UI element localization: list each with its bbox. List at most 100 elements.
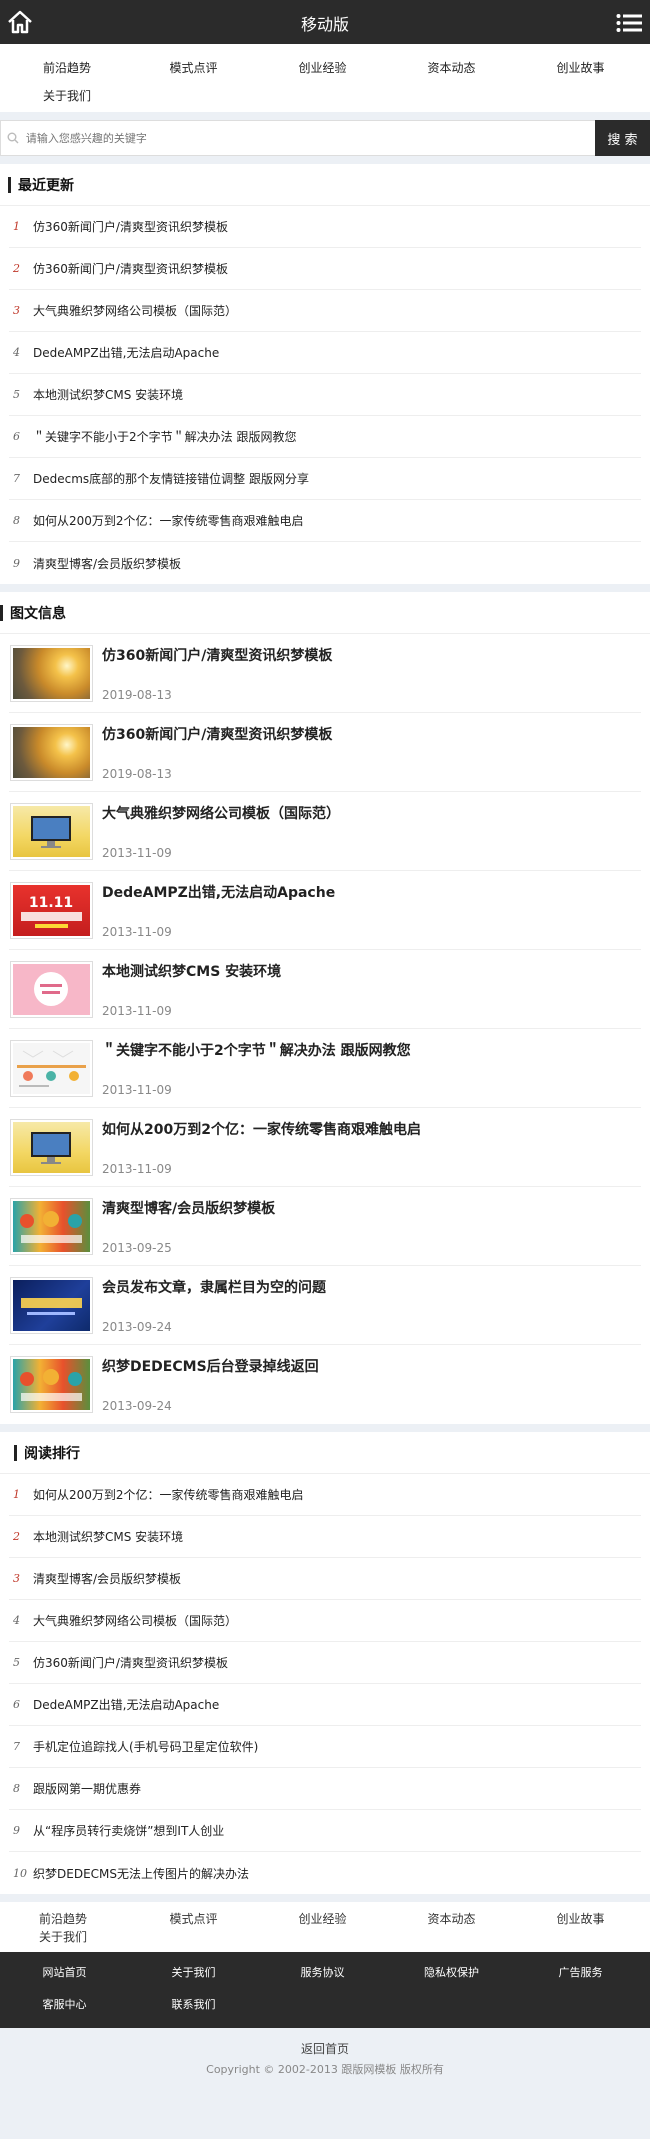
article-link[interactable]: 清爽型博客/会员版织梦模板 (33, 555, 181, 572)
thumbnail-image (13, 1042, 90, 1094)
list-item[interactable]: 10 织梦DEDECMS无法上传图片的解决办法 (9, 1852, 641, 1894)
list-item[interactable]: 8 如何从200万到2个亿：一家传统零售商艰难触电启 (9, 500, 641, 542)
article-title[interactable]: DedeAMPZ出错,无法启动Apache (102, 882, 335, 902)
latest-section: 最近更新 1 仿360新闻门户/清爽型资讯织梦模板 2 仿360新闻门户/清爽型资讯织… (0, 164, 650, 584)
menu-icon[interactable] (616, 13, 642, 33)
nav-item[interactable]: 模式点评 (129, 54, 258, 82)
article-info: 如何从200万到2个亿：一家传统零售商艰难触电启 2013-11-09 (102, 1119, 421, 1176)
article-title[interactable]: 仿360新闻门户/清爽型资讯织梦模板 (102, 724, 332, 744)
list-item[interactable]: 5 本地测试织梦CMS 安装环境 (9, 374, 641, 416)
article-link[interactable]: ＂关键字不能小于2个字节＂解决办法 跟版网教您 (33, 428, 296, 445)
article-link[interactable]: 织梦DEDECMS无法上传图片的解决办法 (33, 1865, 249, 1882)
article-link[interactable]: 本地测试织梦CMS 安装环境 (33, 1528, 183, 1545)
nav-item[interactable]: 资本动态 (387, 54, 516, 82)
nav-item[interactable]: 创业经验 (258, 54, 387, 82)
article-link[interactable]: DedeAMPZ出错,无法启动Apache (33, 344, 219, 361)
article-thumbnail[interactable] (10, 1118, 93, 1176)
list-item[interactable]: 5 仿360新闻门户/清爽型资讯织梦模板 (9, 1642, 641, 1684)
list-item[interactable]: 1 仿360新闻门户/清爽型资讯织梦模板 (9, 206, 641, 248)
back-home-link[interactable]: 返回首页 (0, 2040, 650, 2057)
article-link[interactable]: 仿360新闻门户/清爽型资讯织梦模板 (33, 218, 228, 235)
article-link[interactable]: 清爽型博客/会员版织梦模板 (33, 1570, 181, 1587)
bottom-nav-item[interactable]: 创业经验 (258, 1910, 387, 1928)
footer-link[interactable]: 关于我们 (129, 1958, 258, 1990)
nav-item[interactable]: 前沿趋势 (0, 54, 129, 82)
list-item[interactable]: 8 跟版网第一期优惠券 (9, 1768, 641, 1810)
article-thumbnail[interactable] (10, 644, 93, 702)
article-title[interactable]: 仿360新闻门户/清爽型资讯织梦模板 (102, 645, 332, 665)
thumbnail-image (13, 963, 90, 1015)
article-link[interactable]: 手机定位追踪找人(手机号码卫星定位软件) (33, 1738, 258, 1755)
section-title: 阅读排行 (24, 1445, 80, 1462)
list-item[interactable]: 11.11 DedeAMPZ出错,无法启动Apache 2013-11-09 (9, 871, 641, 950)
article-title[interactable]: 织梦DEDECMS后台登录掉线返回 (102, 1356, 319, 1376)
article-link[interactable]: 仿360新闻门户/清爽型资讯织梦模板 (33, 1654, 228, 1671)
list-item[interactable]: 6 DedeAMPZ出错,无法启动Apache (9, 1684, 641, 1726)
article-thumbnail[interactable] (10, 960, 93, 1018)
bottom-nav-item[interactable]: 模式点评 (129, 1910, 258, 1928)
list-item[interactable]: 本地测试织梦CMS 安装环境 2013-11-09 (9, 950, 641, 1029)
footer-link[interactable]: 广告服务 (516, 1958, 645, 1990)
list-item[interactable]: 4 DedeAMPZ出错,无法启动Apache (9, 332, 641, 374)
article-title[interactable]: 大气典雅织梦网络公司模板（国际范） (102, 803, 340, 823)
article-link[interactable]: 如何从200万到2个亿：一家传统零售商艰难触电启 (33, 512, 304, 529)
article-thumbnail[interactable] (10, 1039, 93, 1097)
list-item[interactable]: 9 清爽型博客/会员版织梦模板 (9, 542, 641, 584)
article-link[interactable]: 从“程序员转行卖烧饼”想到IT人创业 (33, 1822, 224, 1839)
footer-link[interactable]: 客服中心 (0, 1990, 129, 2022)
pic-list: 仿360新闻门户/清爽型资讯织梦模板 2019-08-13 仿360新闻门户/清爽型… (0, 634, 650, 1424)
bottom-nav-item[interactable]: 资本动态 (387, 1910, 516, 1928)
article-link[interactable]: 本地测试织梦CMS 安装环境 (33, 386, 183, 403)
footer-link[interactable]: 隐私权保护 (387, 1958, 516, 1990)
article-title[interactable]: 会员发布文章，隶属栏目为空的问题 (102, 1277, 326, 1297)
footer-link[interactable]: 网站首页 (0, 1958, 129, 1990)
list-item[interactable]: 大气典雅织梦网络公司模板（国际范） 2013-11-09 (9, 792, 641, 871)
list-item[interactable]: 3 大气典雅织梦网络公司模板（国际范） (9, 290, 641, 332)
article-thumbnail[interactable]: 11.11 (10, 881, 93, 939)
article-link[interactable]: 仿360新闻门户/清爽型资讯织梦模板 (33, 260, 228, 277)
search-input[interactable] (25, 131, 595, 145)
article-link[interactable]: 大气典雅织梦网络公司模板（国际范） (33, 302, 237, 319)
list-item[interactable]: 9 从“程序员转行卖烧饼”想到IT人创业 (9, 1810, 641, 1852)
list-item[interactable]: 4 大气典雅织梦网络公司模板（国际范） (9, 1600, 641, 1642)
list-item[interactable]: 6 ＂关键字不能小于2个字节＂解决办法 跟版网教您 (9, 416, 641, 458)
article-link[interactable]: Dedecms底部的那个友情链接错位调整 跟版网分享 (33, 470, 309, 487)
nav-item[interactable]: 关于我们 (0, 82, 129, 110)
list-item[interactable]: 会员发布文章，隶属栏目为空的问题 2013-09-24 (9, 1266, 641, 1345)
article-title[interactable]: ＂关键字不能小于2个字节＂解决办法 跟版网教您 (102, 1040, 411, 1060)
list-item[interactable]: 2 本地测试织梦CMS 安装环境 (9, 1516, 641, 1558)
list-item[interactable]: 织梦DEDECMS后台登录掉线返回 2013-09-24 (9, 1345, 641, 1424)
bottom-nav-item[interactable]: 创业故事 (516, 1910, 645, 1928)
nav-item[interactable]: 创业故事 (516, 54, 645, 82)
search-button[interactable]: 搜 索 (595, 120, 650, 156)
list-item[interactable]: 1 如何从200万到2个亿：一家传统零售商艰难触电启 (9, 1474, 641, 1516)
svg-text:11.11: 11.11 (29, 895, 73, 911)
bottom-nav-item[interactable]: 前沿趋势 (0, 1910, 129, 1928)
footer-link[interactable]: 联系我们 (129, 1990, 258, 2022)
top-nav: 前沿趋势 模式点评 创业经验 资本动态 创业故事 关于我们 (0, 44, 650, 112)
article-link[interactable]: 如何从200万到2个亿：一家传统零售商艰难触电启 (33, 1486, 304, 1503)
footer-link[interactable]: 服务协议 (258, 1958, 387, 1990)
article-thumbnail[interactable] (10, 1356, 93, 1413)
list-item[interactable]: 仿360新闻门户/清爽型资讯织梦模板 2019-08-13 (9, 713, 641, 792)
list-item[interactable]: 7 手机定位追踪找人(手机号码卫星定位软件) (9, 1726, 641, 1768)
article-title[interactable]: 本地测试织梦CMS 安装环境 (102, 961, 281, 981)
article-date: 2013-11-09 (102, 1082, 172, 1097)
article-thumbnail[interactable] (10, 802, 93, 860)
article-link[interactable]: 大气典雅织梦网络公司模板（国际范） (33, 1612, 237, 1629)
list-item[interactable]: 清爽型博客/会员版织梦模板 2013-09-25 (9, 1187, 641, 1266)
list-item[interactable]: 7 Dedecms底部的那个友情链接错位调整 跟版网分享 (9, 458, 641, 500)
article-link[interactable]: DedeAMPZ出错,无法启动Apache (33, 1696, 219, 1713)
article-thumbnail[interactable] (10, 1197, 93, 1255)
article-title[interactable]: 清爽型博客/会员版织梦模板 (102, 1198, 275, 1218)
list-item[interactable]: 仿360新闻门户/清爽型资讯织梦模板 2019-08-13 (9, 634, 641, 713)
article-link[interactable]: 跟版网第一期优惠券 (33, 1780, 141, 1797)
article-thumbnail[interactable] (10, 723, 93, 781)
list-item[interactable]: 如何从200万到2个亿：一家传统零售商艰难触电启 2013-11-09 (9, 1108, 641, 1187)
bottom-nav-item[interactable]: 关于我们 (0, 1928, 129, 1946)
list-item[interactable]: 2 仿360新闻门户/清爽型资讯织梦模板 (9, 248, 641, 290)
list-item[interactable]: ＂关键字不能小于2个字节＂解决办法 跟版网教您 2013-11-09 (9, 1029, 641, 1108)
list-item[interactable]: 3 清爽型博客/会员版织梦模板 (9, 1558, 641, 1600)
article-title[interactable]: 如何从200万到2个亿：一家传统零售商艰难触电启 (102, 1119, 421, 1139)
article-thumbnail[interactable] (10, 1276, 93, 1334)
